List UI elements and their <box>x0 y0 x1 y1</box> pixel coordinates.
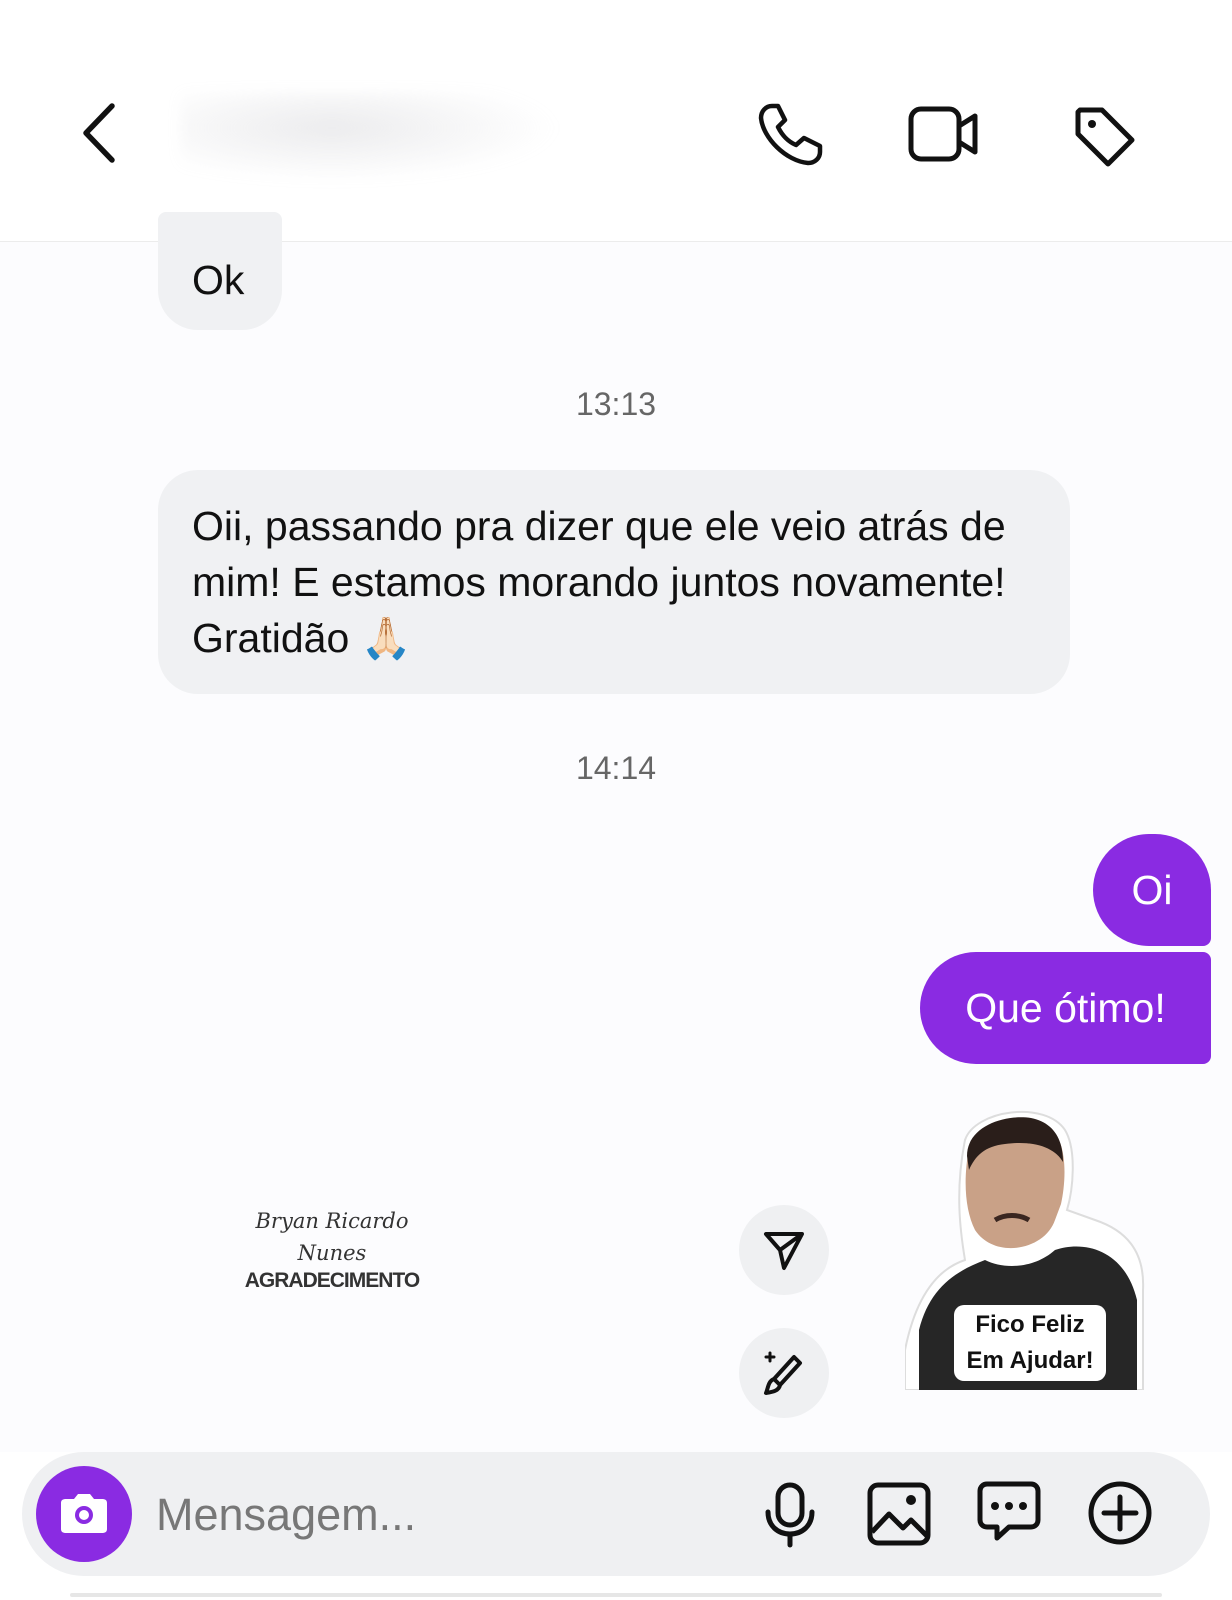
outgoing-message[interactable]: Que ótimo! <box>920 952 1211 1064</box>
camera-icon <box>61 1494 107 1533</box>
microphone-icon[interactable] <box>762 1482 818 1548</box>
incoming-message[interactable]: Ok <box>158 212 282 330</box>
message-text: Ok <box>192 257 245 303</box>
send-icon <box>764 1232 804 1270</box>
sticker-caption-line: Em Ajudar! <box>966 1347 1094 1374</box>
message-composer <box>22 1452 1210 1576</box>
sticker-caption: Fico Feliz Em Ajudar! <box>954 1305 1106 1381</box>
sticker[interactable]: Fico Feliz Em Ajudar! <box>905 1100 1155 1390</box>
share-button[interactable] <box>739 1205 829 1295</box>
incoming-message[interactable]: Oii, passando pra dizer que ele veio atr… <box>158 470 1070 694</box>
image-icon[interactable] <box>867 1482 931 1546</box>
back-chevron-icon[interactable] <box>78 102 120 164</box>
message-text: Oii, passando pra dizer que ele veio atr… <box>192 503 1006 661</box>
message-text: Que ótimo! <box>965 985 1166 1031</box>
sticker-caption-line: Fico Feliz <box>975 1311 1085 1338</box>
home-indicator <box>70 1593 1162 1597</box>
tag-icon[interactable] <box>1072 104 1136 168</box>
watermark-signature: Nunes <box>297 1241 367 1265</box>
phone-icon[interactable] <box>758 102 824 166</box>
plus-circle-icon[interactable] <box>1087 1480 1153 1546</box>
edit-sticker-button[interactable] <box>739 1328 829 1418</box>
watermark: Bryan Ricardo Nunes AGRADECIMENTO <box>232 1205 432 1293</box>
watermark-title: AGRADECIMENTO <box>244 1269 420 1292</box>
outgoing-message[interactable]: Oi <box>1093 834 1211 946</box>
chat-header <box>0 0 1232 242</box>
timestamp: 14:14 <box>575 750 657 786</box>
message-input[interactable] <box>154 1478 718 1552</box>
timestamp: 13:13 <box>575 386 657 422</box>
watermark-signature: Bryan Ricardo <box>255 1209 409 1233</box>
chat-more-icon[interactable] <box>977 1480 1041 1544</box>
message-text: Oi <box>1131 867 1173 913</box>
paint-brush-icon <box>764 1351 802 1395</box>
video-camera-icon[interactable] <box>908 106 980 162</box>
contact-name-blurred[interactable] <box>180 92 560 182</box>
camera-button[interactable] <box>36 1466 132 1562</box>
